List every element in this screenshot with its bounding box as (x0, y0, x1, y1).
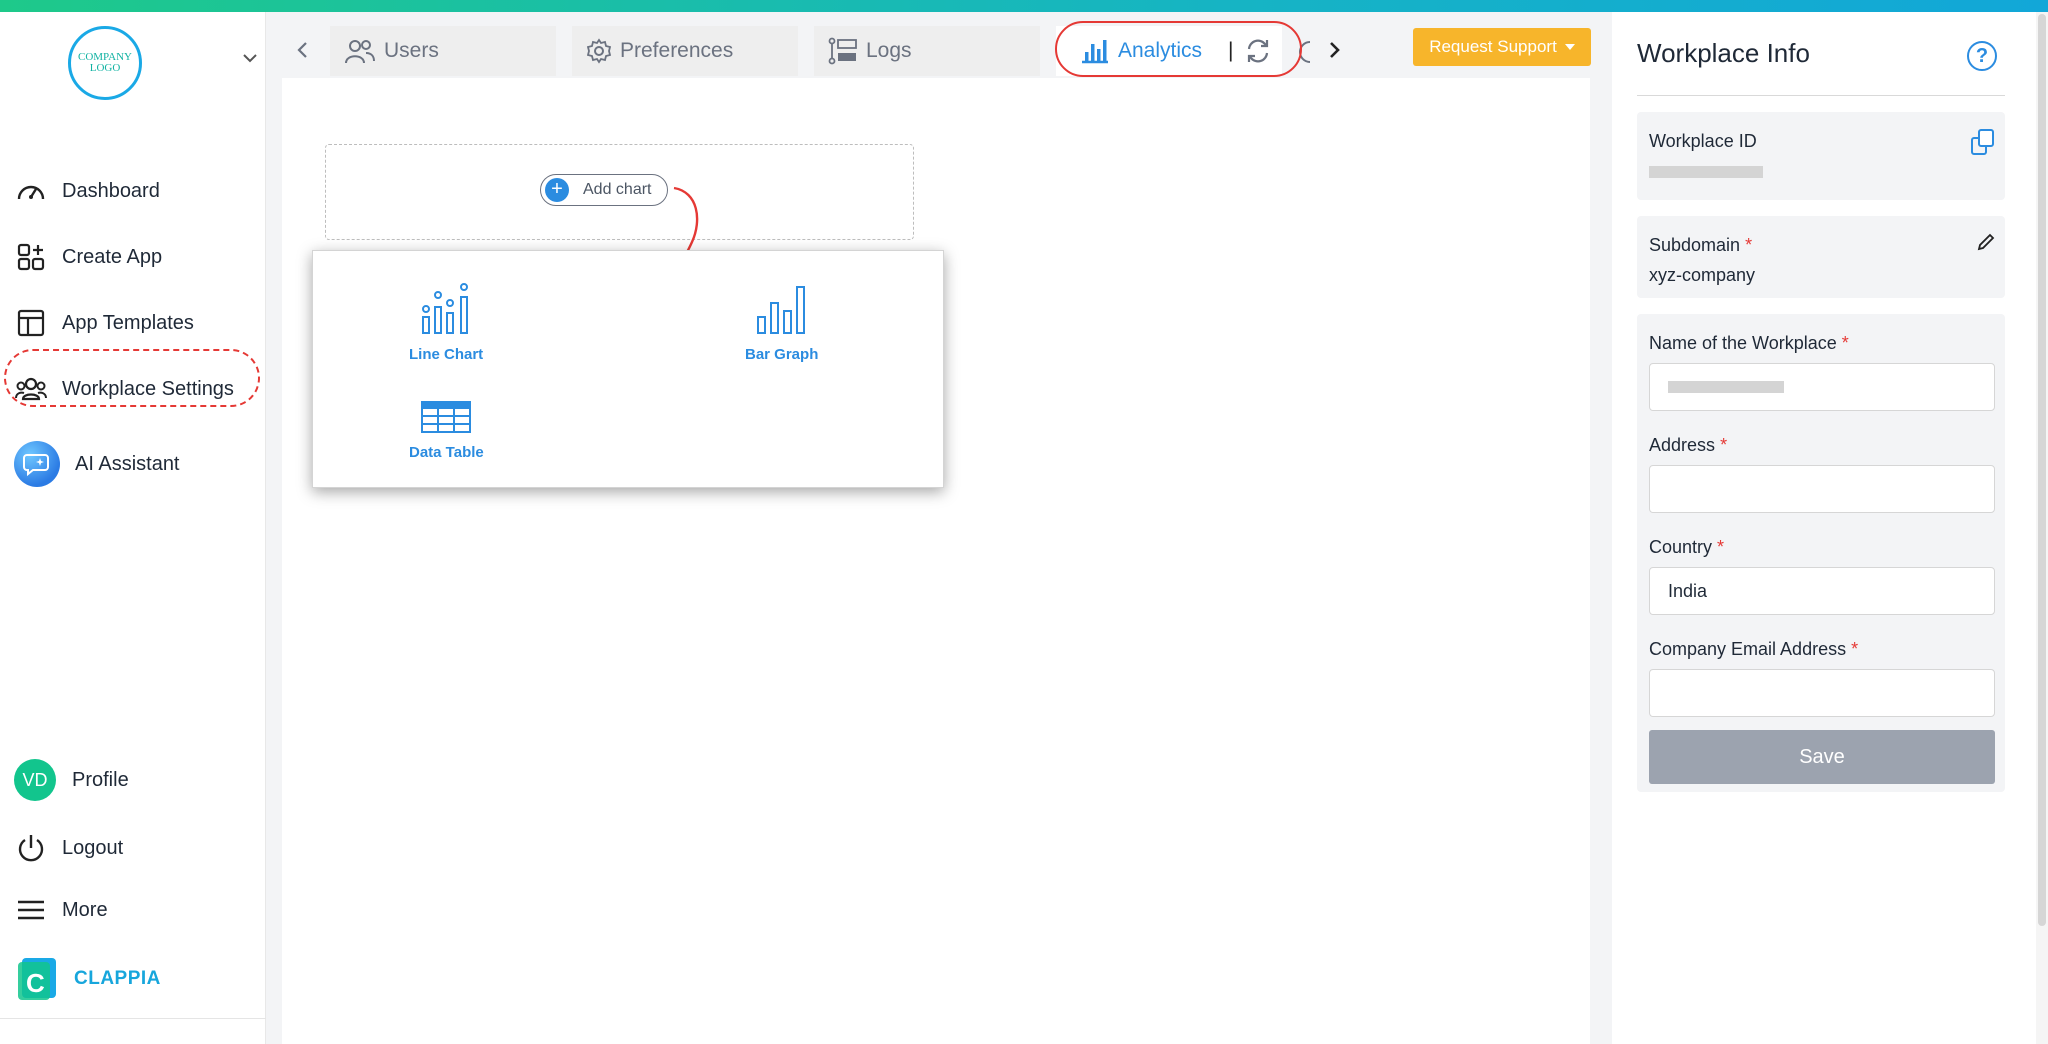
data-table-option[interactable]: Data Table (409, 401, 484, 461)
country-label: Country * (1649, 537, 1724, 558)
line-chart-icon (418, 283, 474, 340)
sidebar-item-profile[interactable]: VD Profile (14, 759, 129, 801)
chevron-down-icon[interactable] (240, 48, 260, 68)
sidebar-item-label: Logout (62, 836, 124, 859)
hamburger-menu-icon (14, 893, 48, 927)
line-chart-label: Line Chart (409, 346, 484, 363)
company-email-field[interactable] (1649, 669, 1995, 717)
required-mark: * (1851, 639, 1859, 659)
gear-icon (586, 38, 612, 64)
sidebar-item-label: Workplace Settings (62, 377, 234, 400)
sidebar-item-create-app[interactable]: Create App (14, 240, 162, 274)
bar-graph-label: Bar Graph (745, 346, 819, 363)
tab-label: Users (384, 39, 439, 62)
caret-down-icon (1564, 44, 1575, 50)
required-mark: * (1720, 435, 1728, 455)
sidebar-item-dashboard[interactable]: Dashboard (14, 174, 160, 208)
divider (1637, 95, 2005, 96)
avatar: VD (14, 759, 56, 801)
workplace-id-label: Workplace ID (1649, 131, 1757, 151)
tab-logs[interactable]: Logs (814, 26, 1040, 76)
company-logo-text: COMPANY LOGO (77, 51, 132, 74)
tabs-scroll-right-icon[interactable] (1320, 36, 1348, 64)
sidebar-item-label: Profile (72, 768, 129, 791)
tab-bar: Users Preferences Logs Analytics | (266, 22, 1612, 78)
sidebar-item-app-templates[interactable]: App Templates (14, 306, 194, 340)
email-label: Company Email Address * (1649, 639, 1858, 660)
sidebar-item-more[interactable]: More (14, 893, 108, 927)
sidebar-item-label: Create App (62, 245, 163, 268)
clappia-logo-icon: C (18, 956, 60, 1002)
sidebar-item-logout[interactable]: Logout (14, 831, 123, 865)
divider (0, 1018, 266, 1019)
analytics-tab-highlight (1055, 21, 1302, 77)
subdomain-label-text: Subdomain (1649, 235, 1741, 255)
create-app-icon (14, 240, 48, 274)
top-gradient-bar (0, 0, 2048, 12)
bar-graph-option[interactable]: Bar Graph (745, 283, 818, 363)
tab-users[interactable]: Users (330, 26, 556, 76)
svg-text:C: C (26, 968, 45, 998)
workplace-id-card (1637, 112, 2005, 200)
tab-preferences[interactable]: Preferences (572, 26, 798, 76)
subdomain-label: Subdomain * (1649, 235, 1752, 256)
address-field[interactable] (1649, 465, 1995, 513)
required-mark: * (1745, 235, 1753, 255)
workplace-name-field[interactable] (1649, 363, 1995, 411)
tab-label: Preferences (620, 39, 734, 62)
workplace-name-label: Name of the Workplace * (1649, 333, 1849, 354)
sidebar-item-label: App Templates (62, 311, 194, 334)
save-button[interactable]: Save (1649, 730, 1995, 784)
data-table-label: Data Table (409, 444, 484, 461)
users-group-icon (14, 372, 48, 406)
sidebar (0, 12, 266, 1044)
help-icon[interactable]: ? (1967, 41, 1997, 71)
workplace-name-label-text: Name of the Workplace (1649, 333, 1837, 353)
bar-graph-icon (754, 283, 810, 340)
country-label-text: Country (1649, 537, 1713, 557)
panel-title: Workplace Info (1637, 38, 1810, 68)
pencil-icon[interactable] (1976, 232, 1996, 252)
sidebar-item-label: More (62, 898, 108, 921)
logs-icon (828, 37, 858, 65)
redacted-workplace-name (1668, 381, 1784, 393)
ai-chat-icon (13, 440, 61, 488)
redacted-workplace-id (1649, 166, 1763, 178)
sidebar-item-workplace-settings[interactable]: Workplace Settings (14, 372, 234, 406)
subdomain-value: xyz-company (1649, 265, 1756, 285)
users-icon (344, 37, 376, 65)
required-mark: * (1841, 333, 1849, 353)
country-field[interactable]: India (1649, 567, 1995, 615)
scrollbar-thumb[interactable] (2038, 14, 2046, 926)
line-chart-option[interactable]: Line Chart (409, 283, 483, 363)
address-label-text: Address (1649, 435, 1716, 455)
data-table-icon (421, 401, 472, 438)
required-mark: * (1717, 537, 1725, 557)
tabs-scroll-left-icon[interactable] (289, 36, 317, 64)
request-support-label: Request Support (1429, 37, 1557, 56)
request-support-button[interactable]: Request Support (1413, 28, 1591, 66)
speedometer-icon (14, 174, 48, 208)
copy-icon[interactable] (1970, 128, 1996, 156)
sidebar-item-ai-assistant[interactable]: AI Assistant (14, 440, 180, 488)
templates-icon (14, 306, 48, 340)
chart-type-menu: Line Chart Bar Graph Data Table (312, 250, 944, 488)
brand-name: CLAPPIA (74, 968, 161, 989)
sidebar-item-label: Dashboard (62, 179, 160, 202)
email-label-text: Company Email Address (1649, 639, 1847, 659)
power-icon (14, 831, 48, 865)
tab-label: Logs (866, 39, 912, 62)
plus-icon: + (545, 178, 569, 202)
sidebar-item-label: AI Assistant (75, 452, 180, 475)
company-logo[interactable]: COMPANY LOGO (68, 26, 142, 100)
address-label: Address * (1649, 435, 1727, 456)
clappia-brand: C CLAPPIA (18, 956, 161, 1002)
